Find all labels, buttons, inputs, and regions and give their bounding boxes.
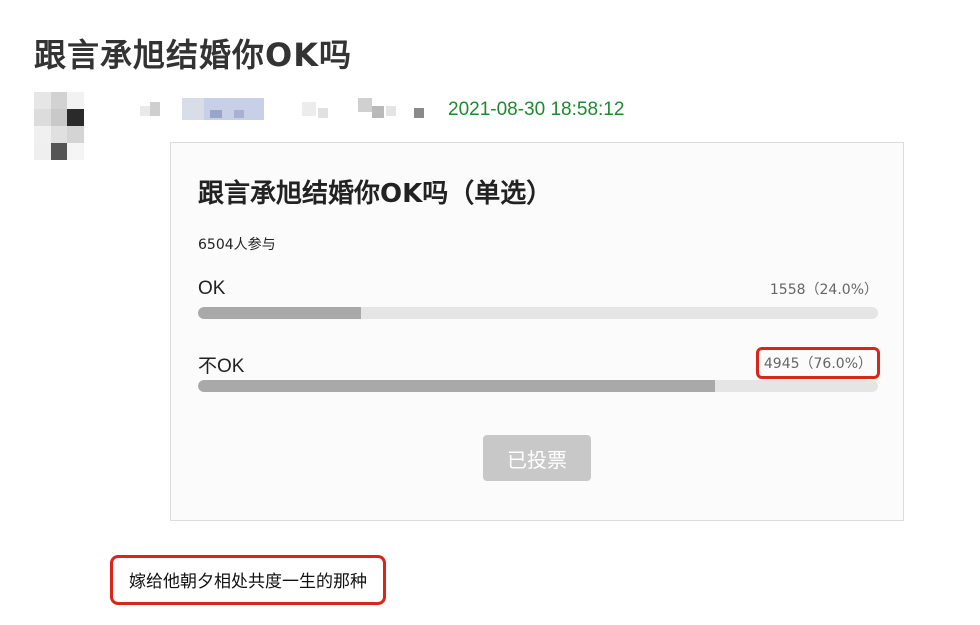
poll-participants: 6504人参与 [198,237,276,253]
username-blurred[interactable] [130,96,430,124]
option-label: OK [198,278,226,299]
page: 跟言承旭结婚你OK吗 2021-08-30 18:58:12 跟言承旭结婚你OK… [0,0,980,625]
poll-card: 跟言承旭结婚你OK吗（单选） 6504人参与 OK 1558（24.0%） 不O… [170,142,904,521]
option-progress-bar [198,307,878,319]
option-progress-fill [198,380,715,392]
option-label: 不OK [198,356,245,377]
option-count-highlighted: 4945（76.0%） [755,347,880,379]
poll-title: 跟言承旭结婚你OK吗（单选） [198,179,553,209]
comment-text: 嫁给他朝夕相处共度一生的那种 [110,555,386,605]
option-count: 1558（24.0%） [769,282,878,298]
option-progress-bar [198,380,878,392]
option-progress-fill [198,307,362,319]
voted-button[interactable]: 已投票 [483,435,591,481]
post-title: 跟言承旭结婚你OK吗 [34,36,353,74]
avatar[interactable] [34,92,100,160]
post-timestamp: 2021-08-30 18:58:12 [448,99,625,120]
